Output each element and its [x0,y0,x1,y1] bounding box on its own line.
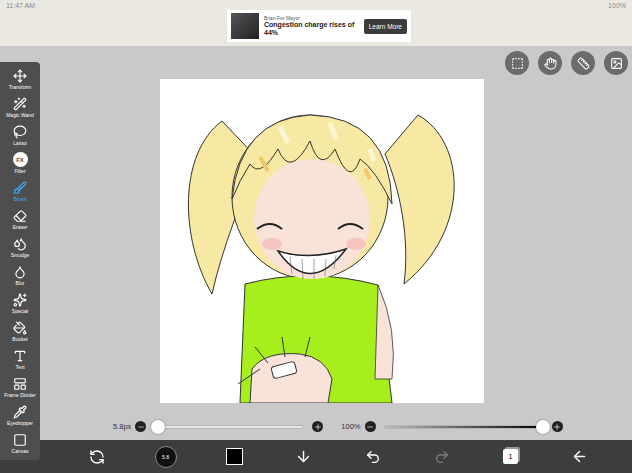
slider-row: 5.8px 100% [113,421,563,432]
tool-item[interactable]: Frame Divider [0,373,40,401]
down-button[interactable] [295,448,312,465]
swap-icon [89,449,105,465]
slider-knob[interactable] [151,420,165,434]
size-minus-button[interactable] [135,421,146,432]
hand-button[interactable] [538,51,562,75]
image-icon [610,57,623,70]
tool-item[interactable]: Eraser [0,205,40,233]
brush-size-reading: 5.8px [113,422,131,431]
status-time: 11:47 AM [6,2,35,9]
top-right-tools [505,51,628,75]
layers-button[interactable]: 1 [503,449,518,464]
minus-icon [137,423,145,431]
ad-sponsor: Brian For Mayor [264,15,359,21]
tool-item[interactable]: Magic Wand [0,93,40,121]
hand-icon [544,57,557,70]
app-window: 11:47 AM 100% Brian For MayorCongestion ch… [0,0,632,473]
tool-label: Eraser [13,224,28,230]
tool-label: Blur [16,280,25,286]
artwork-illustration [160,79,484,403]
lasso-icon [13,125,27,139]
text-icon [13,349,27,363]
ruler-icon [577,57,590,70]
eraser-icon [13,209,27,223]
blur-icon [13,265,27,279]
ad-headline: Congestion charge rises of 44% [264,21,359,36]
tool-label: Magic Wand [6,112,34,118]
move-icon [13,69,27,83]
tool-label: Canvas [12,448,29,454]
undo-icon [365,449,381,465]
ruler-button[interactable] [571,51,595,75]
ad-row: Brian For MayorCongestion charge rises o… [0,10,632,46]
tool-item[interactable]: Text [0,345,40,373]
plus-icon [314,423,322,431]
redo-button[interactable] [434,449,450,465]
back-button[interactable] [571,448,588,465]
brush-icon [13,181,27,195]
bucket-icon [13,321,27,335]
selection-icon [511,57,524,70]
plus-icon [553,423,561,431]
tool-item[interactable]: Eyedropper [0,401,40,429]
selection-button[interactable] [505,51,529,75]
opacity-minus-button[interactable] [365,421,376,432]
ad-photo [231,13,259,39]
bottom-bar: 5.81 [0,440,632,473]
tool-label: Smudge [11,252,30,258]
eyedropper-icon [13,405,27,419]
tool-label: Transform [9,84,32,90]
tool-item[interactable]: Special [0,289,40,317]
ad-banner[interactable]: Brian For MayorCongestion charge rises o… [227,10,411,42]
swap-button[interactable] [89,449,105,465]
tool-item[interactable]: FXFilter [0,149,40,177]
opacity-plus-button[interactable] [552,421,563,432]
workspace [0,46,632,440]
smudge-icon [13,237,27,251]
tool-item[interactable]: Blur [0,261,40,289]
battery-level: 100% [608,2,626,9]
reference-button[interactable] [604,51,628,75]
arrow-left-icon [571,448,588,465]
tool-item[interactable]: Bucket [0,317,40,345]
tool-label: Frame Divider [4,392,35,398]
status-bar: 11:47 AM 100% [0,0,632,10]
tool-label: Brush [13,196,26,202]
size-plus-button[interactable] [312,421,323,432]
drawing-canvas[interactable] [160,79,484,403]
frame-divider-icon [13,377,27,391]
filter-icon: FX [13,152,28,167]
tool-label: Bucket [12,336,27,342]
opacity-reading: 100% [341,422,360,431]
tool-item[interactable]: Smudge [0,233,40,261]
undo-button[interactable] [365,449,381,465]
tool-item[interactable]: Lasso [0,121,40,149]
tool-item[interactable]: Canvas [0,429,40,457]
redo-icon [434,449,450,465]
tool-label: Lasso [13,140,26,146]
tool-label: Special [12,308,28,314]
magic-wand-icon [13,97,27,111]
arrow-down-icon [295,448,312,465]
brush-size-slider[interactable] [154,425,304,429]
canvas-icon [13,433,27,447]
slider-knob[interactable] [536,420,550,434]
color-swatch[interactable] [226,448,243,465]
tool-label: Filter [14,168,25,174]
minus-icon [366,423,374,431]
tool-label: Eyedropper [7,420,33,426]
ad-button[interactable]: Learn More [364,19,407,34]
tool-item[interactable]: Brush [0,177,40,205]
brush-preview[interactable]: 5.8 [155,446,177,468]
special-icon [13,293,27,307]
tool-bar: Transform Magic Wand Lasso FXFilter Brush Era… [0,62,40,460]
tool-label: Text [15,364,24,370]
tool-item[interactable]: Transform [0,65,40,93]
opacity-slider[interactable] [384,425,544,429]
